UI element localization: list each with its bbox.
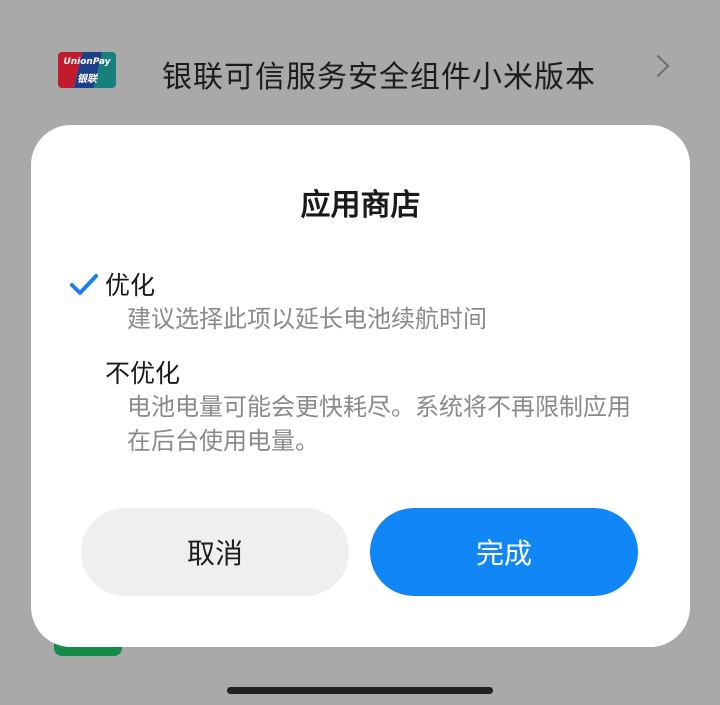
background-app-row: UnionPay 银联 银联可信服务安全组件小米版本 <box>0 30 720 110</box>
done-button[interactable]: 完成 <box>370 508 638 596</box>
logo-text-cn: 银联 <box>77 74 97 85</box>
unionpay-logo: UnionPay 银联 <box>58 52 116 88</box>
option-label: 不优化 <box>105 359 181 388</box>
app-title: 银联可信服务安全组件小米版本 <box>162 60 596 95</box>
battery-optimization-dialog: 应用商店 优化 建议选择此项以延长电池续航时间 不优化 电池电量可能会更快耗尽。… <box>31 125 690 647</box>
option-description: 电池电量可能会更快耗尽。系统将不再限制应用在后台使用电量。 <box>127 393 631 455</box>
checkmark-icon <box>70 274 98 295</box>
option-description: 建议选择此项以延长电池续航时间 <box>127 305 487 333</box>
dialog-title: 应用商店 <box>300 188 421 223</box>
option-label: 优化 <box>105 271 156 300</box>
home-indicator[interactable] <box>227 687 493 694</box>
logo-text-en: UnionPay <box>63 57 111 67</box>
cancel-button[interactable]: 取消 <box>81 508 349 596</box>
chevron-right-icon <box>646 54 670 78</box>
